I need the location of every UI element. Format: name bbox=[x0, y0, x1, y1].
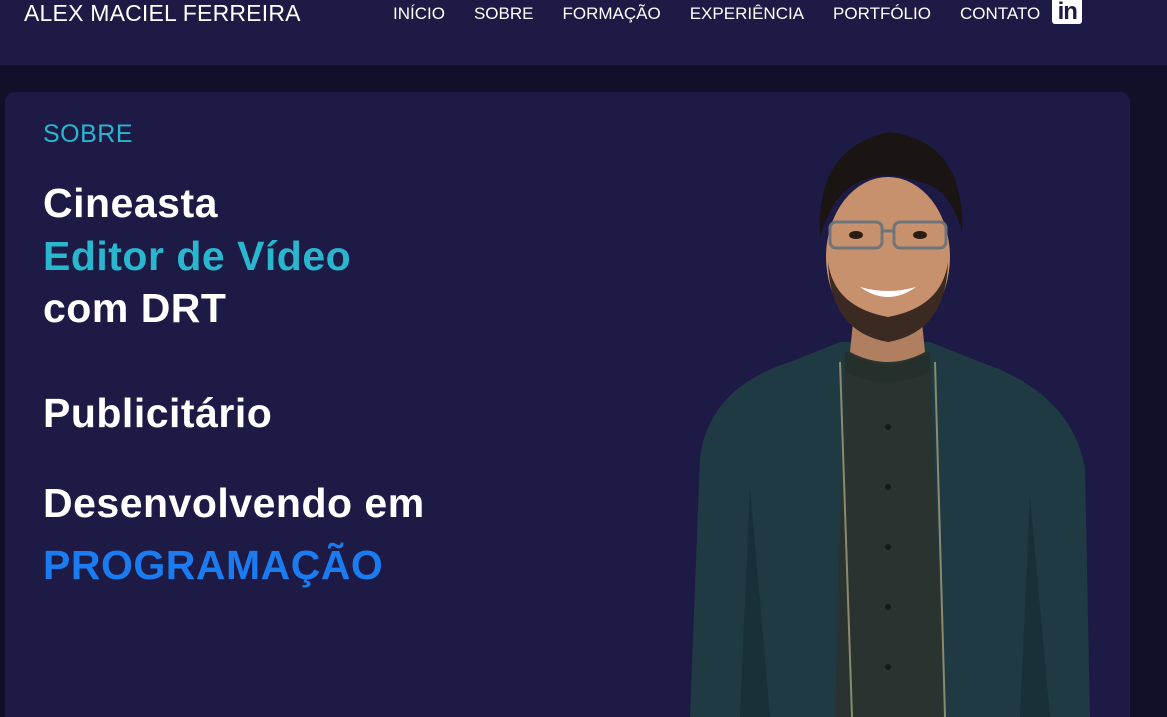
linkedin-icon-glyph: in bbox=[1057, 0, 1078, 25]
nav-item-contato[interactable]: CONTATO bbox=[960, 4, 1040, 24]
section-label: SOBRE bbox=[43, 120, 134, 148]
nav-item-portfolio[interactable]: PORTFÓLIO bbox=[833, 4, 931, 24]
headline-desenvolvendo: Desenvolvendo em bbox=[43, 480, 425, 526]
main-nav: INÍCIO SOBRE FORMAÇÃO EXPERIÊNCIA PORTFÓ… bbox=[393, 0, 1083, 25]
headline-programacao: PROGRAMAÇÃO bbox=[43, 542, 384, 588]
profile-photo bbox=[690, 132, 1090, 717]
nav-item-formacao[interactable]: FORMAÇÃO bbox=[562, 4, 660, 24]
headline-cineasta: Cineasta bbox=[43, 180, 218, 226]
nav-item-experiencia[interactable]: EXPERIÊNCIA bbox=[690, 4, 804, 24]
nav-item-inicio[interactable]: INÍCIO bbox=[393, 4, 445, 24]
headline-drt: com DRT bbox=[43, 285, 227, 331]
about-hero: SOBRE Cineasta Editor de Vídeo com DRT P… bbox=[5, 92, 1130, 717]
nav-item-sobre[interactable]: SOBRE bbox=[474, 4, 534, 24]
site-header: ALEX MACIEL FERREIRA INÍCIO SOBRE FORMAÇ… bbox=[0, 0, 1167, 65]
headline-editor: Editor de Vídeo bbox=[43, 233, 352, 279]
linkedin-icon[interactable]: in bbox=[1052, 0, 1083, 25]
headline-publicitario: Publicitário bbox=[43, 390, 273, 436]
site-brand[interactable]: ALEX MACIEL FERREIRA bbox=[24, 0, 301, 26]
page-gutter bbox=[1130, 65, 1167, 717]
